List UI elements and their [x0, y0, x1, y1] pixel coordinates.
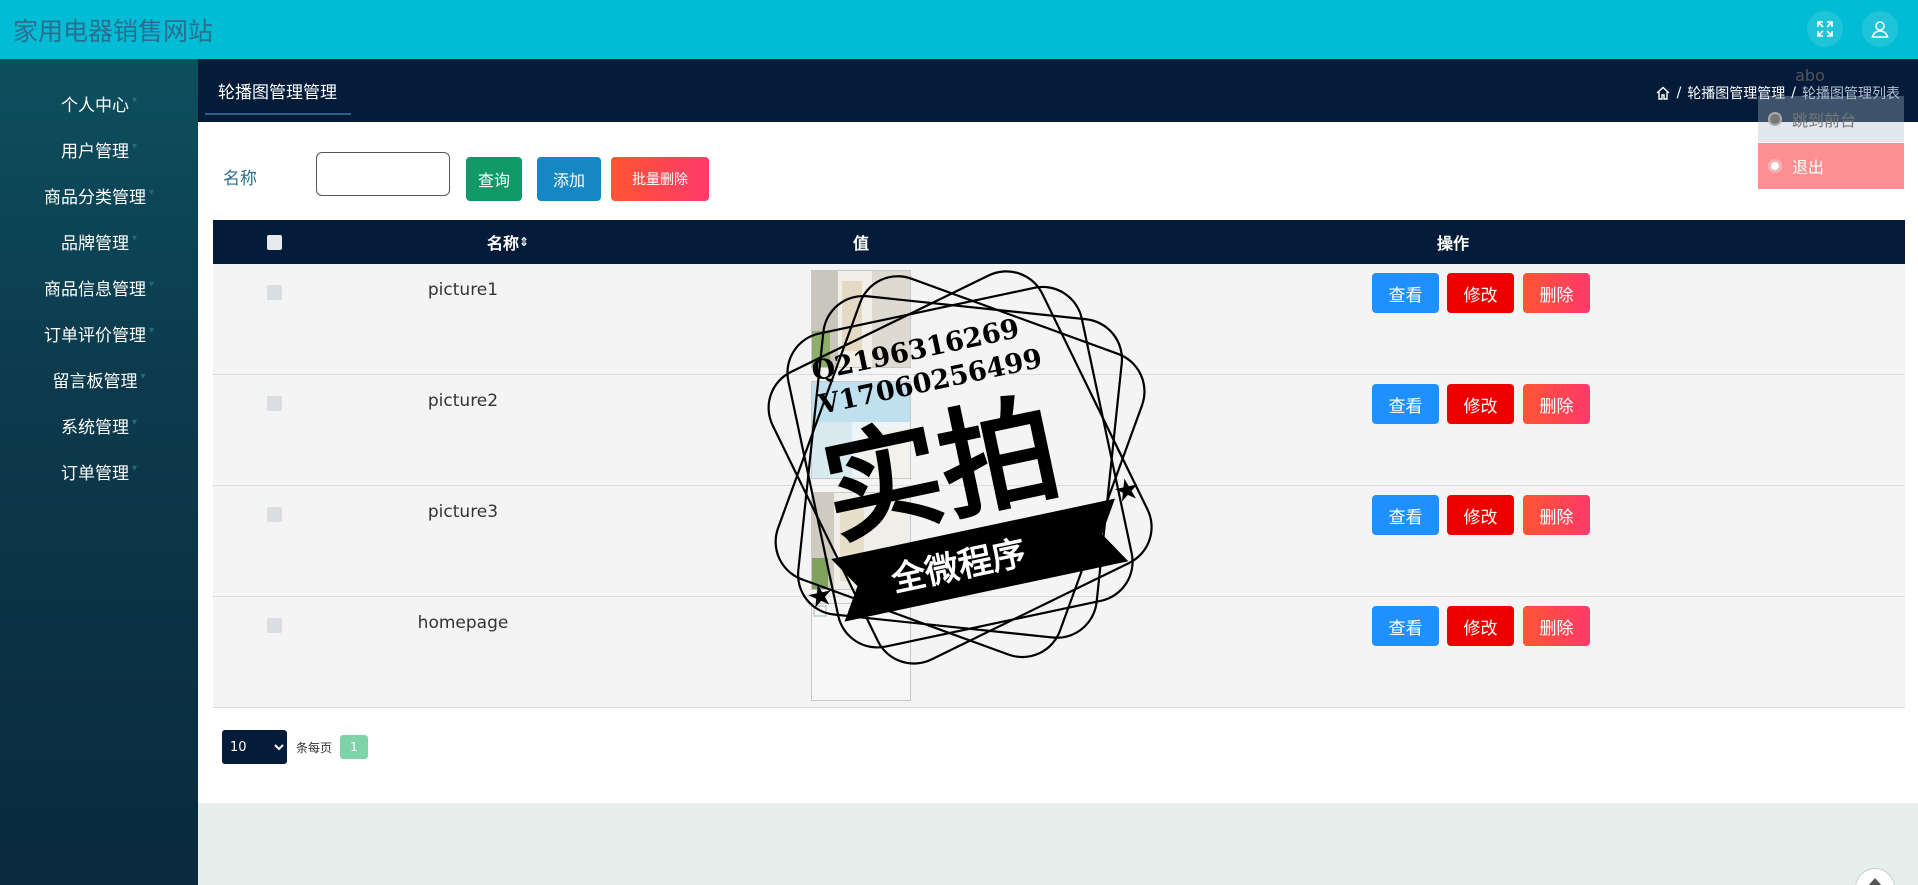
radio-dot-icon — [1768, 112, 1782, 126]
app-title: 家用电器销售网站 — [13, 17, 214, 46]
sidebar-item-review-management[interactable]: 订单评价管理 ▾ — [0, 310, 198, 356]
sidebar-item-label: 订单评价管理 — [43, 325, 146, 346]
expand-icon — [1817, 21, 1833, 37]
column-value-header: 值 — [852, 234, 869, 253]
caret-down-icon: ▾ — [148, 278, 155, 290]
sort-icon: ⇕ — [518, 235, 530, 249]
view-button[interactable]: 查看 — [1372, 606, 1439, 646]
page-number-button[interactable]: 1 — [340, 735, 368, 759]
thumbnail-image-icon — [812, 493, 910, 589]
caret-down-icon: ▾ — [148, 324, 155, 336]
row-checkbox[interactable] — [267, 396, 282, 411]
sidebar-item-product-management[interactable]: 商品信息管理 ▾ — [0, 264, 198, 310]
sidebar-item-label: 商品信息管理 — [43, 279, 146, 300]
view-button[interactable]: 查看 — [1372, 495, 1439, 535]
delete-button[interactable]: 删除 — [1523, 384, 1590, 424]
caret-down-icon: ▾ — [131, 140, 138, 152]
arrow-up-icon — [1868, 878, 1882, 885]
delete-button[interactable]: 删除 — [1523, 273, 1590, 313]
delete-button[interactable]: 删除 — [1523, 495, 1590, 535]
edit-button[interactable]: 修改 — [1447, 606, 1514, 646]
table-row: picture1 查看 修改 删除 — [213, 264, 1905, 375]
select-all-checkbox[interactable] — [266, 234, 282, 250]
sidebar-item-brand-management[interactable]: 品牌管理 ▾ — [0, 218, 198, 264]
per-page-label: 条每页 — [296, 741, 333, 755]
sidebar-item-personal-center[interactable]: 个人中心 ▾ — [0, 80, 198, 126]
row-thumbnail[interactable] — [811, 492, 911, 590]
row-thumbnail[interactable] — [811, 381, 911, 479]
sidebar-item-label: 个人中心 — [60, 95, 129, 116]
menu-item-label: 跳到前台 — [1792, 111, 1857, 130]
user-menu-button[interactable] — [1862, 11, 1898, 47]
page-size-select[interactable]: 10 — [222, 730, 287, 764]
breadcrumb-separator: / — [1676, 85, 1682, 101]
row-thumbnail[interactable] — [811, 270, 911, 368]
caret-down-icon: ▾ — [131, 94, 138, 106]
row-checkbox[interactable] — [267, 507, 282, 522]
sidebar-item-order-management[interactable]: 订单管理 ▾ — [0, 448, 198, 494]
user-icon — [1871, 21, 1889, 38]
query-button[interactable]: 查询 — [466, 157, 522, 201]
caret-down-icon: ▾ — [131, 462, 138, 474]
radio-dot-icon — [1768, 159, 1782, 173]
sidebar-item-category-management[interactable]: 商品分类管理 ▾ — [0, 172, 198, 218]
scroll-top-button[interactable] — [1855, 868, 1895, 885]
dropdown-username: abo — [1795, 66, 1825, 85]
column-action-header: 操作 — [1436, 234, 1469, 253]
table-row: picture3 查看 修改 删除 — [213, 486, 1905, 597]
row-name: picture2 — [427, 391, 499, 411]
search-name-label: 名称 — [223, 169, 257, 189]
thumbnail-image-icon — [812, 271, 910, 367]
view-button[interactable]: 查看 — [1372, 384, 1439, 424]
sidebar-item-user-management[interactable]: 用户管理 ▾ — [0, 126, 198, 172]
caret-down-icon: ▾ — [131, 416, 138, 428]
delete-button[interactable]: 删除 — [1523, 606, 1590, 646]
page-title: 轮播图管理管理 — [205, 78, 351, 115]
row-thumbnail[interactable] — [811, 603, 911, 701]
caret-down-icon: ▾ — [140, 370, 146, 382]
fullscreen-button[interactable] — [1807, 11, 1843, 47]
broken-image-icon — [812, 604, 910, 700]
row-name: homepage — [417, 613, 509, 633]
home-icon[interactable] — [1655, 85, 1671, 101]
caret-down-icon: ▾ — [131, 232, 138, 244]
sidebar-item-system-management[interactable]: 系统管理 ▾ — [0, 402, 198, 448]
batch-delete-button[interactable]: 批量删除 — [611, 157, 709, 201]
edit-button[interactable]: 修改 — [1447, 384, 1514, 424]
search-name-input[interactable] — [316, 152, 450, 196]
caret-down-icon: ▾ — [148, 186, 155, 198]
row-checkbox[interactable] — [267, 285, 282, 300]
sidebar-item-label: 商品分类管理 — [43, 187, 146, 208]
sidebar-item-label: 订单管理 — [60, 463, 129, 484]
sidebar-item-label: 留言板管理 — [52, 371, 138, 392]
table-row: homepage 查看 修改 删除 — [213, 597, 1905, 708]
sidebar-item-message-board[interactable]: 留言板管理 ▾ — [0, 356, 198, 402]
top-bar — [0, 0, 1918, 59]
row-checkbox[interactable] — [267, 618, 282, 633]
add-button[interactable]: 添加 — [537, 157, 601, 201]
row-name: picture3 — [427, 502, 499, 522]
column-name-label: 名称 — [486, 234, 519, 253]
menu-item-label: 退出 — [1792, 158, 1825, 177]
sidebar-item-label: 系统管理 — [60, 417, 129, 438]
sidebar-item-label: 用户管理 — [60, 141, 129, 162]
sidebar-item-label: 品牌管理 — [60, 233, 129, 254]
row-name: picture1 — [427, 280, 499, 300]
thumbnail-image-icon — [812, 382, 910, 478]
table-header: 名称 ⇕ 值 操作 — [213, 220, 1905, 264]
column-name-header[interactable]: 名称 ⇕ — [453, 220, 563, 264]
logout-menu-item[interactable]: 退出 — [1758, 143, 1904, 189]
view-button[interactable]: 查看 — [1372, 273, 1439, 313]
edit-button[interactable]: 修改 — [1447, 495, 1514, 535]
goto-frontend-menu-item[interactable]: 跳到前台 — [1758, 96, 1904, 142]
edit-button[interactable]: 修改 — [1447, 273, 1514, 313]
table-row: picture2 查看 修改 删除 — [213, 375, 1905, 486]
